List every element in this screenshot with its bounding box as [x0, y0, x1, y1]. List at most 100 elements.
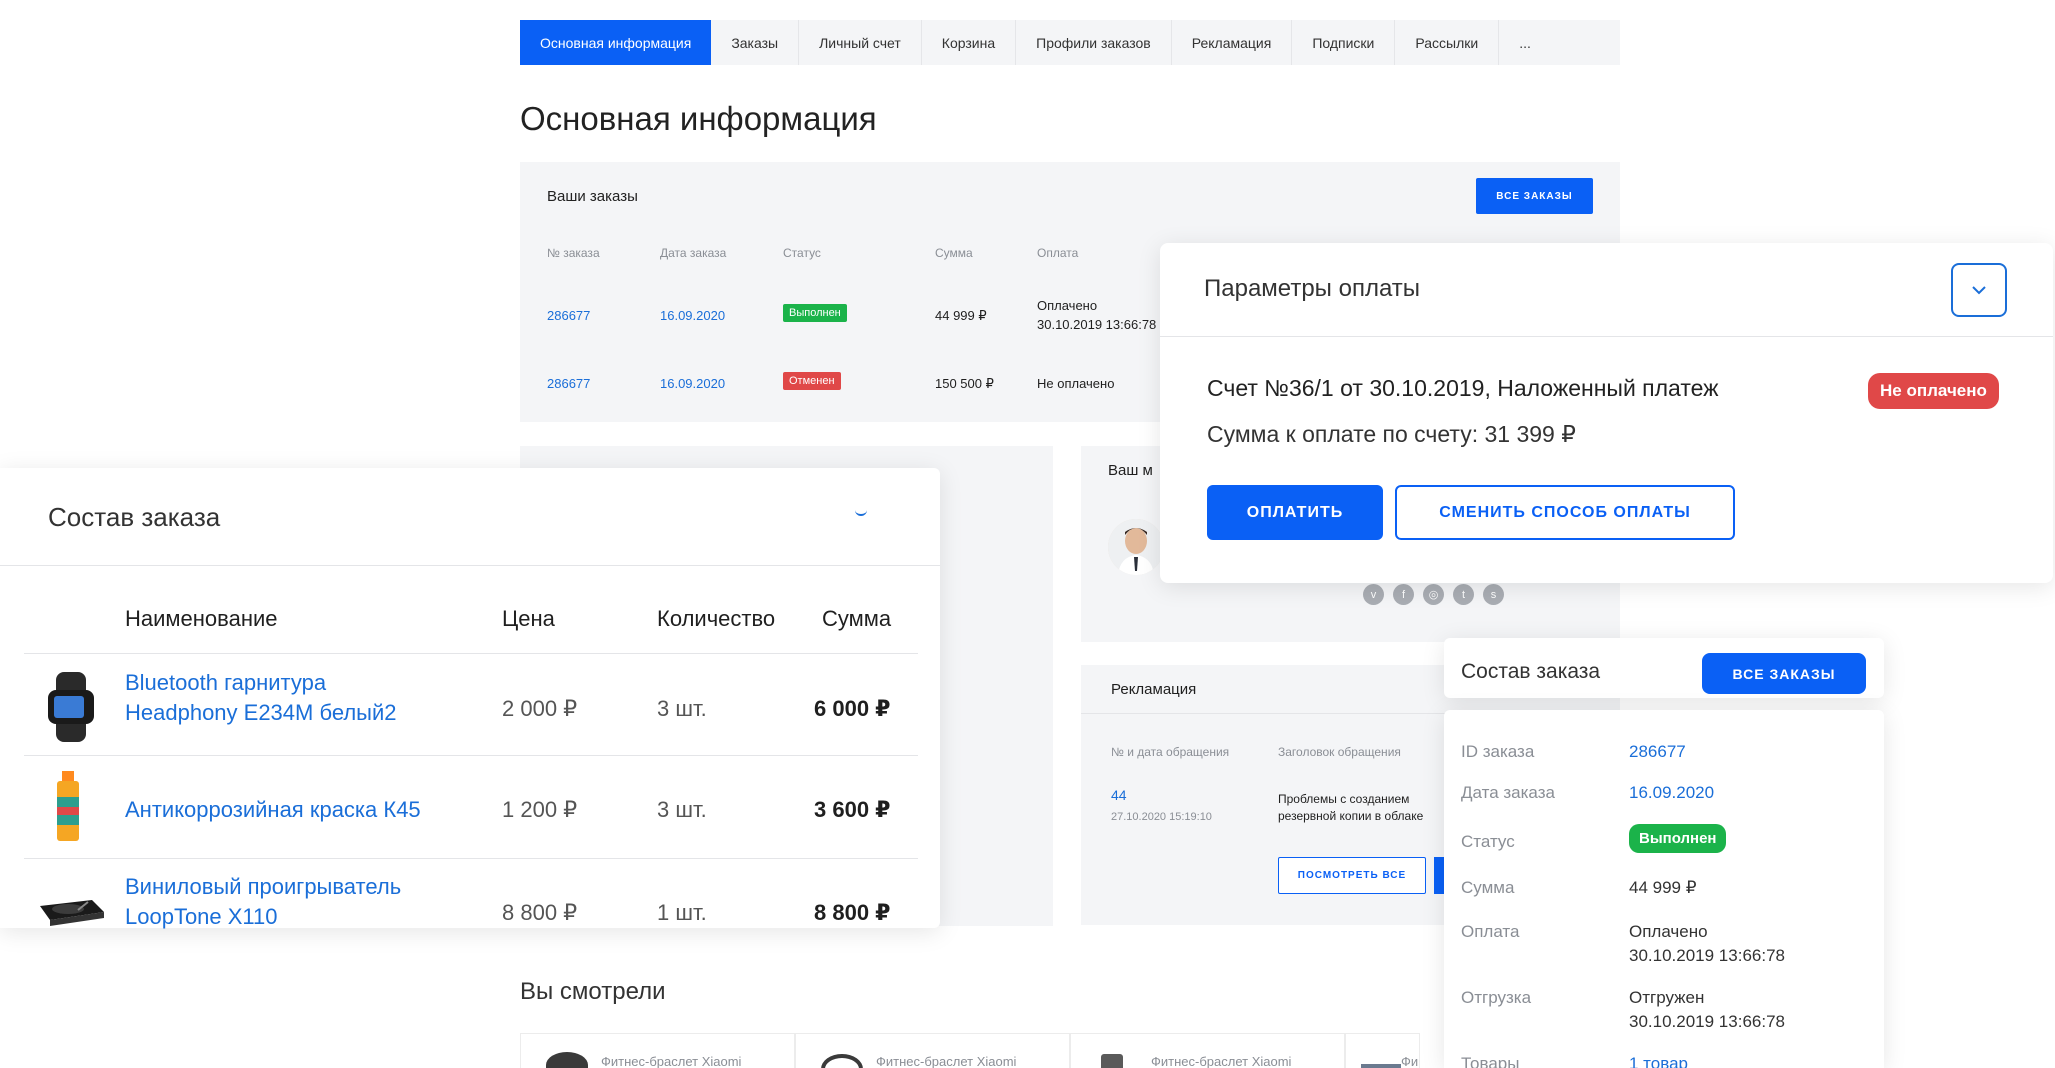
order-contents-card: Состав заказа Наименование Цена Количест…: [0, 468, 940, 930]
shipment-date: 30.10.2019 13:66:78: [1629, 1012, 1785, 1031]
tab-orders[interactable]: Заказы: [711, 20, 800, 65]
field-label: Статус: [1461, 832, 1515, 851]
chevron-down-icon: [1972, 285, 1986, 294]
tab-subscriptions[interactable]: Подписки: [1292, 20, 1396, 65]
field-label: Отгрузка: [1461, 988, 1532, 1007]
product-image: [1361, 1064, 1401, 1068]
product-sum: 3 600 ₽: [814, 797, 891, 822]
viewed-title: Вы смотрели: [520, 978, 666, 1005]
viewed-item[interactable]: Фитнес-браслет Xiaomi: [520, 1033, 795, 1068]
product-quantity: 3 шт.: [657, 696, 707, 721]
product-sum: 8 800 ₽: [814, 900, 891, 925]
viewed-item[interactable]: Фитнес-браслет Xiaomi: [1070, 1033, 1345, 1068]
orders-title: Ваши заказы: [547, 188, 638, 205]
payment-date: 30.10.2019 13:66:78: [1629, 946, 1785, 965]
payment-status: Оплачено: [1629, 922, 1708, 941]
skype-icon[interactable]: s: [1483, 584, 1504, 605]
instagram-icon[interactable]: ◎: [1423, 584, 1444, 605]
field-label: Сумма: [1461, 878, 1515, 897]
product-quantity: 1 шт.: [657, 900, 707, 925]
product-name-link-line2[interactable]: LoopTone X110: [125, 904, 278, 930]
viewed-item[interactable]: Фи: [1345, 1033, 1420, 1068]
fitness-band-icon: [42, 672, 100, 742]
divider: [0, 565, 940, 566]
facebook-icon[interactable]: f: [1393, 584, 1414, 605]
viewed-item-name: Фитнес-браслет Xiaomi: [1151, 1054, 1292, 1068]
col-order-number: № заказа: [547, 246, 600, 260]
all-orders-button[interactable]: все заказы: [1702, 653, 1866, 694]
vk-icon[interactable]: v: [1363, 584, 1384, 605]
viewed-item-name: Фитнес-браслет Xiaomi: [601, 1054, 742, 1068]
reclamation-date: 27.10.2020 15:19:10: [1111, 811, 1212, 823]
divider: [1160, 336, 2053, 337]
viewed-item-name: Фитнес-браслет Xiaomi: [876, 1054, 1017, 1068]
tab-reclamation[interactable]: Рекламация: [1172, 20, 1293, 65]
invoice-amount: Сумма к оплате по счету: 31 399 ₽: [1207, 421, 1576, 447]
field-label: Товары: [1461, 1054, 1520, 1068]
spray-can-icon: [54, 771, 82, 843]
tab-order-profiles[interactable]: Профили заказов: [1016, 20, 1172, 65]
viewed-list: Фитнес-браслет Xiaomi Фитнес-браслет Xia…: [520, 1033, 1420, 1068]
tab-personal-account[interactable]: Личный счет: [799, 20, 922, 65]
col-quantity: Количество: [657, 606, 776, 631]
order-date-link[interactable]: 16.09.2020: [1629, 783, 1714, 803]
product-sum: 6 000 ₽: [814, 696, 891, 721]
order-sum: 44 999 ₽: [935, 308, 987, 323]
turntable-icon: [34, 890, 106, 930]
manager-title: Ваш м: [1108, 462, 1153, 479]
order-id-link[interactable]: 286677: [1629, 742, 1686, 762]
tab-main-info[interactable]: Основная информация: [520, 20, 712, 65]
field-label: ID заказа: [1461, 742, 1535, 761]
payment-params-card: Параметры оплаты Счет №36/1 от 30.10.201…: [1160, 243, 2053, 583]
col-price: Цена: [502, 606, 555, 631]
order-sum: 44 999 ₽: [1629, 878, 1697, 897]
tab-mailings[interactable]: Рассылки: [1395, 20, 1500, 65]
change-payment-method-button[interactable]: Сменить способ оплаты: [1395, 485, 1735, 540]
order-number-link[interactable]: 286677: [547, 308, 590, 323]
payment-status-badge: Не оплачено: [1868, 373, 1999, 409]
reclamation-subject: Проблемы с созданием: [1278, 792, 1410, 806]
payment-params-title: Параметры оплаты: [1204, 275, 1421, 302]
product-quantity: 3 шт.: [657, 797, 707, 822]
product-name-link-line2[interactable]: Headphony E234M белый2: [125, 700, 397, 726]
product-price: 2 000 ₽: [502, 696, 578, 721]
reclamation-subject-line2: резервной копии в облаке: [1278, 809, 1424, 823]
col-sum: Сумма: [935, 246, 973, 260]
status-badge: Отменен: [783, 372, 841, 390]
field-label: Оплата: [1461, 922, 1520, 941]
order-payment: Оплачено: [1037, 298, 1098, 313]
order-date-link[interactable]: 16.09.2020: [660, 308, 725, 323]
twitter-icon[interactable]: t: [1453, 584, 1474, 605]
product-price: 1 200 ₽: [502, 797, 578, 822]
status-badge: Выполнен: [783, 304, 847, 322]
order-number-link[interactable]: 286677: [547, 376, 590, 391]
tab-bar: Основная информация Заказы Личный счет К…: [520, 20, 1620, 65]
order-sum: 150 500 ₽: [935, 376, 994, 391]
col-reclamation-number: № и дата обращения: [1111, 745, 1230, 759]
product-name-link[interactable]: Антикоррозийная краска К45: [125, 797, 421, 823]
collapse-button[interactable]: [1951, 263, 2007, 317]
pay-button[interactable]: Оплатить: [1207, 485, 1383, 540]
col-order-date: Дата заказа: [660, 246, 727, 260]
all-orders-button[interactable]: все заказы: [1476, 178, 1593, 214]
fitness-band-icon: [821, 1054, 863, 1068]
viewed-item[interactable]: Фитнес-браслет Xiaomi: [795, 1033, 1070, 1068]
product-name-link[interactable]: Виниловый проигрыватель: [125, 874, 401, 900]
collapse-indicator[interactable]: [855, 508, 867, 516]
shipment-status: Отгружен: [1629, 988, 1705, 1007]
viewed-item-name: Фи: [1401, 1054, 1419, 1068]
tab-cart[interactable]: Корзина: [922, 20, 1017, 65]
view-all-button[interactable]: посмотреть все: [1278, 857, 1426, 894]
fitness-band-icon: [1101, 1054, 1123, 1068]
table-row: Bluetooth гарнитура Headphony E234M белы…: [24, 654, 918, 756]
col-payment: Оплата: [1037, 246, 1079, 260]
products-link[interactable]: 1 товар: [1629, 1054, 1688, 1068]
order-payment-date: 30.10.2019 13:66:78: [1037, 317, 1157, 332]
reclamation-number-link[interactable]: 44: [1111, 787, 1127, 803]
tab-more[interactable]: ...: [1499, 20, 1551, 65]
page-title: Основная информация: [520, 100, 877, 137]
product-name-link[interactable]: Bluetooth гарнитура: [125, 670, 326, 696]
invoice-title: Счет №36/1 от 30.10.2019, Наложенный пла…: [1207, 375, 1719, 401]
social-links: v f ◎ t s: [1363, 584, 1504, 605]
order-date-link[interactable]: 16.09.2020: [660, 376, 725, 391]
